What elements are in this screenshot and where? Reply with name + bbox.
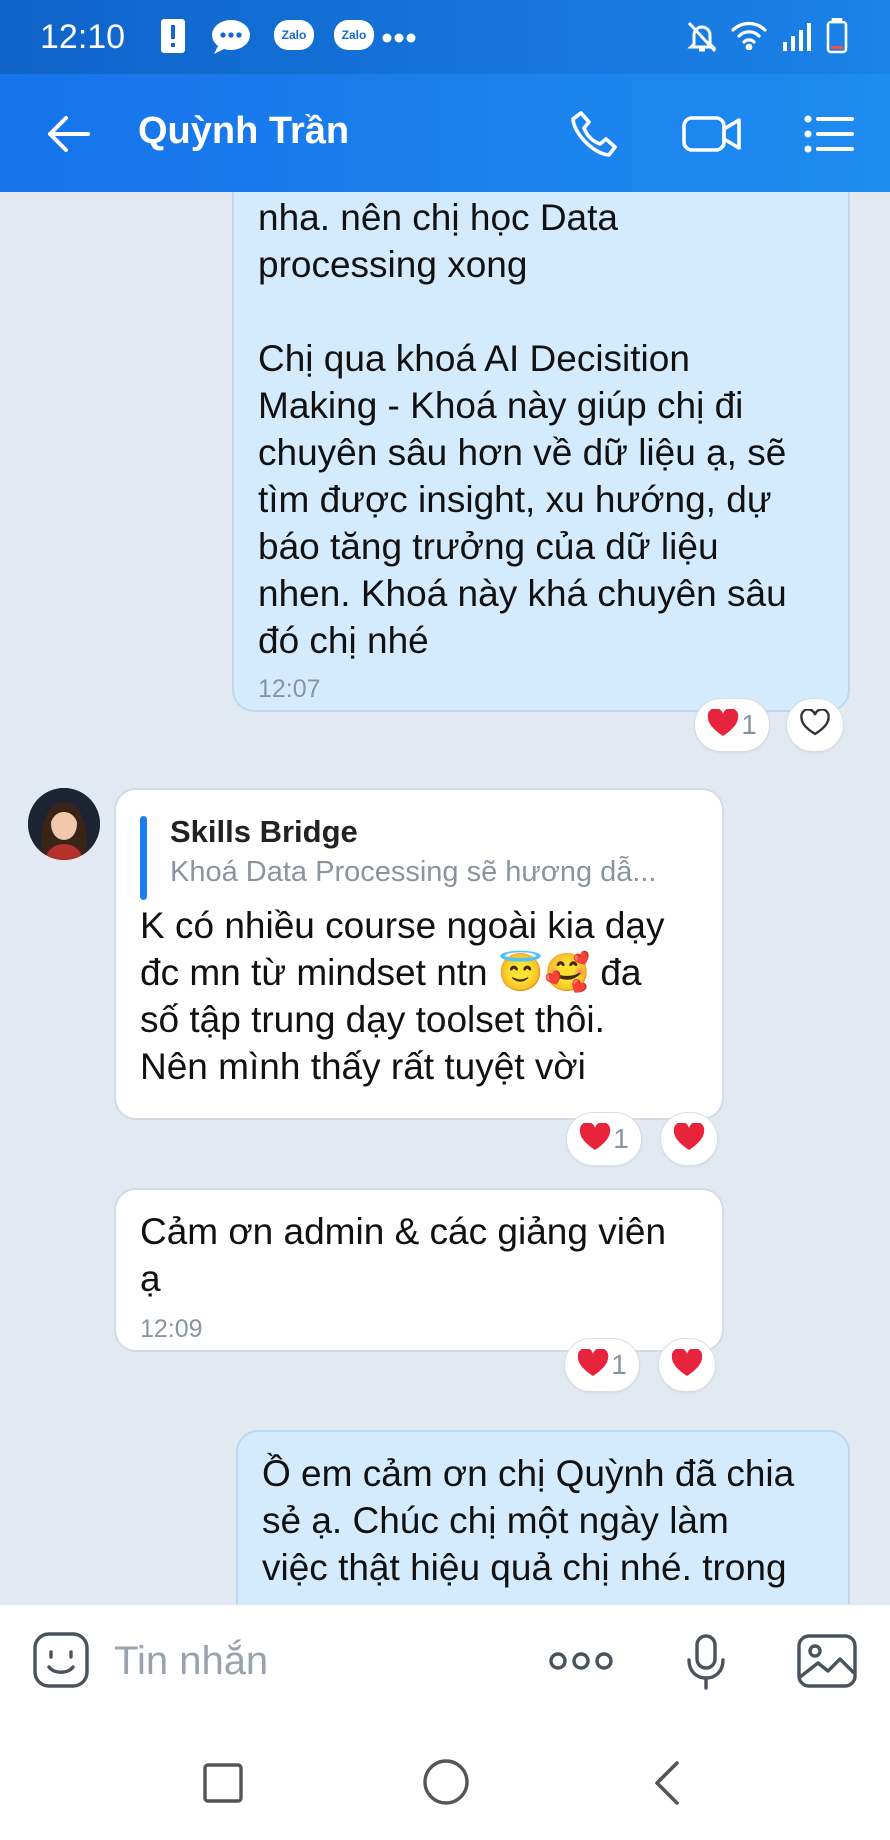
status-bar: 12:10 Zalo Zalo: [0, 0, 890, 74]
voice-call-button[interactable]: [562, 104, 626, 168]
heart-icon: [707, 707, 739, 742]
alert-notification-icon: [160, 18, 186, 59]
message-text: Ồ em cảm ơn chị Quỳnh đã chia sẻ ạ. Chúc…: [262, 1453, 795, 1588]
heart-icon: [579, 1121, 611, 1156]
arrow-left-icon: [44, 114, 92, 159]
reaction-summary[interactable]: 1: [694, 698, 770, 752]
heart-outline-icon: [799, 707, 831, 742]
message-bubble-sent[interactable]: Ồ em cảm ơn chị Quỳnh đã chia sẻ ạ. Chúc…: [236, 1430, 850, 1604]
sticker-icon: [32, 1632, 90, 1693]
battery-icon: [826, 17, 848, 59]
message-composer: Tin nhắn: [0, 1604, 890, 1720]
zalo-notification-icon: Zalo: [334, 20, 374, 50]
system-back-button[interactable]: [652, 1760, 682, 1811]
more-notifications-icon: [382, 30, 416, 48]
reaction-summary[interactable]: 1: [564, 1338, 640, 1392]
list-menu-icon: [804, 114, 856, 159]
reaction-count: 1: [613, 1123, 629, 1154]
react-button[interactable]: [786, 698, 844, 752]
message-text: nha. nên chị học Data processing xong Ch…: [258, 197, 787, 661]
chat-notification-icon: [210, 18, 252, 61]
reaction-count: 1: [611, 1349, 627, 1380]
recents-button[interactable]: [202, 1762, 244, 1809]
message-bubble-received[interactable]: Cảm ơn admin & các giảng viên ạ 12:09: [114, 1188, 724, 1352]
message-input[interactable]: Tin nhắn: [114, 1639, 268, 1684]
quote-sender: Skills Bridge: [170, 814, 358, 849]
react-button[interactable]: [660, 1112, 718, 1166]
system-navigation-bar: [0, 1720, 890, 1840]
quote-bar: [140, 816, 147, 900]
reaction-count: 1: [741, 709, 757, 740]
quote-text: Khoá Data Processing sẽ hương dẫ...: [170, 856, 657, 888]
video-camera-icon: [681, 112, 743, 161]
bell-muted-icon: [686, 20, 718, 59]
more-options-button[interactable]: [548, 1651, 614, 1676]
heart-icon: [673, 1121, 705, 1156]
square-icon: [202, 1763, 244, 1808]
wifi-icon: [730, 20, 768, 55]
zalo-notification-icon: Zalo: [274, 20, 314, 50]
more-dots-icon: [548, 1652, 614, 1675]
home-button[interactable]: [422, 1758, 470, 1811]
chat-menu-button[interactable]: [798, 104, 862, 168]
quoted-message[interactable]: Skills Bridge Khoá Data Processing sẽ hư…: [140, 812, 698, 900]
reaction-summary[interactable]: 1: [566, 1112, 642, 1166]
chevron-left-icon: [652, 1761, 682, 1810]
react-button[interactable]: [658, 1338, 716, 1392]
heart-icon: [577, 1347, 609, 1382]
circle-icon: [422, 1759, 470, 1810]
phone-icon: [568, 108, 620, 165]
sticker-button[interactable]: [32, 1631, 90, 1694]
voice-message-button[interactable]: [686, 1633, 726, 1696]
status-time: 12:10: [40, 18, 126, 56]
message-bubble-received[interactable]: Skills Bridge Khoá Data Processing sẽ hư…: [114, 788, 724, 1120]
microphone-icon: [686, 1634, 726, 1695]
message-text: Cảm ơn admin & các giảng viên ạ: [140, 1211, 667, 1299]
contact-name[interactable]: Quỳnh Trần: [138, 110, 349, 153]
message-bubble-sent[interactable]: nha. nên chị học Data processing xong Ch…: [232, 192, 850, 712]
image-icon: [796, 1634, 858, 1693]
signal-icon: [782, 22, 812, 57]
heart-icon: [671, 1347, 703, 1382]
back-button[interactable]: [36, 104, 100, 168]
message-text: K có nhiều course ngoài kia dạy đc mn từ…: [140, 905, 665, 1087]
chat-messages[interactable]: nha. nên chị học Data processing xong Ch…: [0, 192, 890, 1604]
chat-header: Quỳnh Trần: [0, 74, 890, 192]
avatar[interactable]: [28, 788, 100, 860]
video-call-button[interactable]: [680, 104, 744, 168]
send-image-button[interactable]: [796, 1633, 858, 1694]
